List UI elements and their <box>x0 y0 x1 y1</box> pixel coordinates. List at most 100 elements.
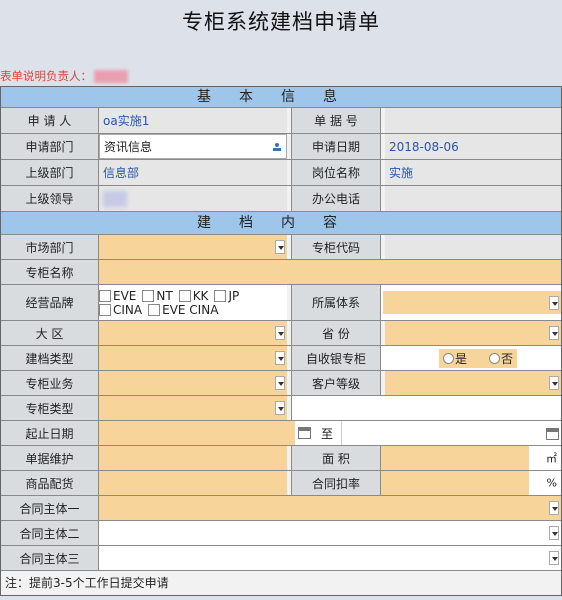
region-select[interactable] <box>99 321 287 345</box>
brand-label: 经营品牌 <box>1 285 99 320</box>
chevron-down-icon[interactable] <box>275 401 285 415</box>
chevron-down-icon[interactable] <box>549 326 559 340</box>
row-goods: 商品配货 合同扣率 % <box>1 471 561 496</box>
row-brand: 经营品牌 EVE NT KK JP CINA EVE CINA 所属体系 <box>1 285 561 321</box>
counter-type-label: 专柜类型 <box>1 396 99 420</box>
type-label: 建档类型 <box>1 346 99 370</box>
row-parent-dept: 上级部门 信息部 岗位名称 实施 <box>1 160 561 186</box>
leader-label: 上级领导 <box>1 186 99 211</box>
discount-unit-cell: % <box>529 471 561 495</box>
counter-type-select[interactable] <box>99 396 287 420</box>
start-date-field[interactable] <box>99 421 295 445</box>
counter-code-field[interactable] <box>385 235 561 259</box>
counter-type-blank <box>291 396 561 420</box>
period-separator: 至 <box>295 421 341 445</box>
chevron-down-icon[interactable] <box>275 351 285 365</box>
discount-field[interactable] <box>381 471 529 495</box>
chevron-down-icon[interactable] <box>549 551 559 565</box>
chevron-down-icon[interactable] <box>275 376 285 390</box>
chevron-down-icon[interactable] <box>549 376 559 390</box>
leader-value <box>99 186 287 211</box>
row-period: 起止日期 至 <box>1 421 561 446</box>
counter-name-label: 专柜名称 <box>1 260 99 284</box>
responsible-line: 表单说明负责人： <box>0 68 128 84</box>
area-unit: ㎡ <box>546 452 557 465</box>
calendar-icon[interactable] <box>546 428 559 440</box>
chevron-down-icon[interactable] <box>275 240 285 254</box>
brand-option[interactable]: EVE CINA <box>148 303 218 317</box>
brand-option[interactable]: NT <box>142 289 173 303</box>
checkbox[interactable] <box>214 290 227 302</box>
submit-note: 注：提前3-5个工作日提交申请 <box>5 576 169 590</box>
dept-field[interactable]: 资讯信息 <box>99 134 287 159</box>
system-select[interactable] <box>383 291 561 314</box>
party2-select[interactable] <box>99 521 561 545</box>
section-basic-header: 基本信息 <box>1 87 561 108</box>
party3-select[interactable] <box>99 546 561 570</box>
checkbox[interactable] <box>148 304 161 316</box>
application-form: 基本信息 申 请 人 oa实施1 单 据 号 申请部门 资讯信息 申请日期 20… <box>0 86 562 596</box>
row-business: 专柜业务 客户等级 <box>1 371 561 396</box>
chevron-down-icon[interactable] <box>549 295 559 310</box>
system-label: 所属体系 <box>291 285 381 320</box>
system-cell <box>381 285 561 320</box>
business-select[interactable] <box>99 371 287 395</box>
org-select-icon[interactable] <box>272 142 282 152</box>
leader-redacted <box>103 190 127 207</box>
doc-no-field[interactable] <box>385 108 561 133</box>
counter-name-field[interactable] <box>99 260 561 284</box>
area-unit-cell: ㎡ <box>529 446 561 470</box>
discount-unit: % <box>546 476 557 490</box>
province-select[interactable] <box>385 321 561 345</box>
row-counter-type: 专柜类型 <box>1 396 561 421</box>
party1-label: 合同主体一 <box>1 496 99 520</box>
date-label: 申请日期 <box>291 134 381 159</box>
applicant-label: 申 请 人 <box>1 108 99 133</box>
section-content-header: 建档内容 <box>1 212 561 235</box>
party3-label: 合同主体三 <box>1 546 99 570</box>
radio-no[interactable] <box>489 352 501 364</box>
market-select[interactable] <box>99 235 287 259</box>
phone-field[interactable] <box>385 186 561 211</box>
maintain-field[interactable] <box>99 446 287 470</box>
dept-value: 资讯信息 <box>104 140 153 154</box>
brand-option[interactable]: KK <box>178 289 208 303</box>
dept-label: 申请部门 <box>1 134 99 159</box>
end-date-field[interactable] <box>341 421 561 445</box>
checkbox[interactable] <box>99 290 111 302</box>
to-label: 至 <box>321 426 334 441</box>
chevron-down-icon[interactable] <box>549 501 559 515</box>
row-party2: 合同主体二 <box>1 521 561 546</box>
area-field[interactable] <box>381 446 529 470</box>
checkbox[interactable] <box>178 290 191 302</box>
checkbox[interactable] <box>142 290 155 302</box>
row-department: 申请部门 资讯信息 申请日期 2018-08-06 <box>1 134 561 160</box>
area-label: 面 积 <box>291 446 381 470</box>
self-collect-label: 自收银专柜 <box>291 346 381 370</box>
position-label: 岗位名称 <box>291 160 381 185</box>
province-label: 省 份 <box>291 321 381 345</box>
customer-level-select[interactable] <box>385 371 561 395</box>
parent-dept-value: 信息部 <box>99 160 287 185</box>
brand-checkbox-group: EVE NT KK JP CINA EVE CINA <box>99 285 287 320</box>
business-label: 专柜业务 <box>1 371 99 395</box>
party1-select[interactable] <box>99 496 561 520</box>
goods-field[interactable] <box>99 471 287 495</box>
radio-yes[interactable] <box>443 352 454 364</box>
row-leader: 上级领导 办公电话 <box>1 186 561 212</box>
brand-option[interactable]: JP <box>214 289 239 303</box>
type-select[interactable] <box>99 346 287 370</box>
brand-option[interactable]: EVE <box>99 289 136 303</box>
responsible-name-redacted <box>94 70 128 83</box>
doc-no-label: 单 据 号 <box>291 108 381 133</box>
chevron-down-icon[interactable] <box>549 526 559 540</box>
customer-level-label: 客户等级 <box>291 371 381 395</box>
responsible-label: 表单说明负责人： <box>0 69 92 83</box>
checkbox[interactable] <box>99 304 111 316</box>
brand-option[interactable]: CINA <box>99 303 142 317</box>
applicant-value: oa实施1 <box>99 108 287 133</box>
chevron-down-icon[interactable] <box>275 326 285 340</box>
calendar-icon[interactable] <box>298 427 311 439</box>
position-value: 实施 <box>385 160 561 185</box>
page-title: 专柜系统建档申请单 <box>182 10 380 34</box>
